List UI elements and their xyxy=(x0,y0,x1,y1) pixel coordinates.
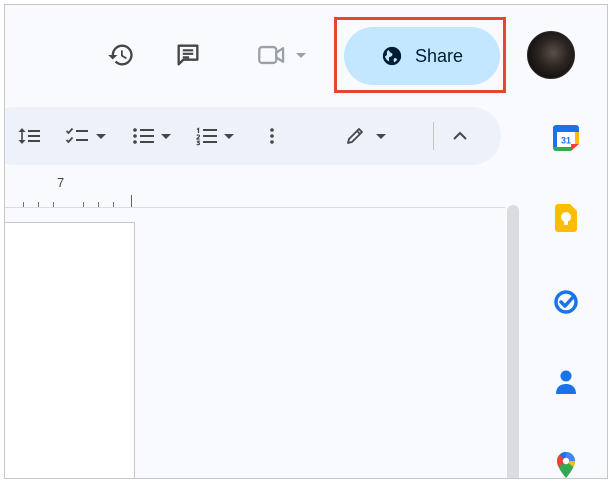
share-label: Share xyxy=(414,45,464,66)
comments-button[interactable] xyxy=(168,35,208,75)
docs-window: Share 7 31 xyxy=(4,4,608,479)
maps-app-button[interactable] xyxy=(551,451,581,478)
checklist-icon xyxy=(65,127,88,144)
calendar-app-button[interactable]: 31 xyxy=(551,123,581,153)
share-button[interactable]: Share xyxy=(344,27,500,85)
vertical-scrollbar[interactable] xyxy=(507,205,519,478)
numbered-list-icon xyxy=(196,127,217,146)
chevron-up-icon xyxy=(453,131,467,140)
hide-menus-button[interactable] xyxy=(451,122,469,150)
contacts-icon xyxy=(556,370,576,394)
chevron-down-icon xyxy=(224,134,234,139)
calendar-date-text: 31 xyxy=(561,136,571,146)
meet-button[interactable] xyxy=(247,35,317,75)
globe-icon xyxy=(382,46,402,66)
video-call-icon xyxy=(258,45,285,65)
keep-app-button[interactable] xyxy=(551,203,581,233)
bulleted-list-button[interactable] xyxy=(132,122,172,150)
maps-icon xyxy=(556,451,575,478)
checklist-button[interactable] xyxy=(65,122,107,150)
bulleted-list-icon xyxy=(133,128,154,144)
keep-icon xyxy=(555,204,577,232)
more-options-button[interactable] xyxy=(267,122,277,150)
horizontal-ruler[interactable] xyxy=(5,177,505,208)
more-vert-icon xyxy=(270,128,274,144)
account-avatar[interactable] xyxy=(527,31,575,79)
tasks-icon xyxy=(554,290,578,314)
chevron-down-icon xyxy=(376,134,386,139)
chevron-down-icon xyxy=(96,134,106,139)
comment-icon xyxy=(177,44,199,66)
contacts-app-button[interactable] xyxy=(551,367,581,397)
document-page[interactable] xyxy=(5,222,135,478)
calendar-icon: 31 xyxy=(553,125,579,151)
edit-pencil-icon xyxy=(347,128,363,144)
chevron-down-icon xyxy=(296,53,306,58)
numbered-list-button[interactable] xyxy=(195,122,235,150)
line-spacing-button[interactable] xyxy=(17,122,43,150)
history-icon xyxy=(108,44,133,66)
version-history-button[interactable] xyxy=(101,35,141,75)
line-spacing-icon xyxy=(18,128,40,144)
ruler-marker-label: 7 xyxy=(57,175,65,190)
editing-mode-button[interactable] xyxy=(343,122,387,150)
chevron-down-icon xyxy=(161,134,171,139)
tasks-app-button[interactable] xyxy=(551,287,581,317)
toolbar-divider xyxy=(433,122,434,150)
